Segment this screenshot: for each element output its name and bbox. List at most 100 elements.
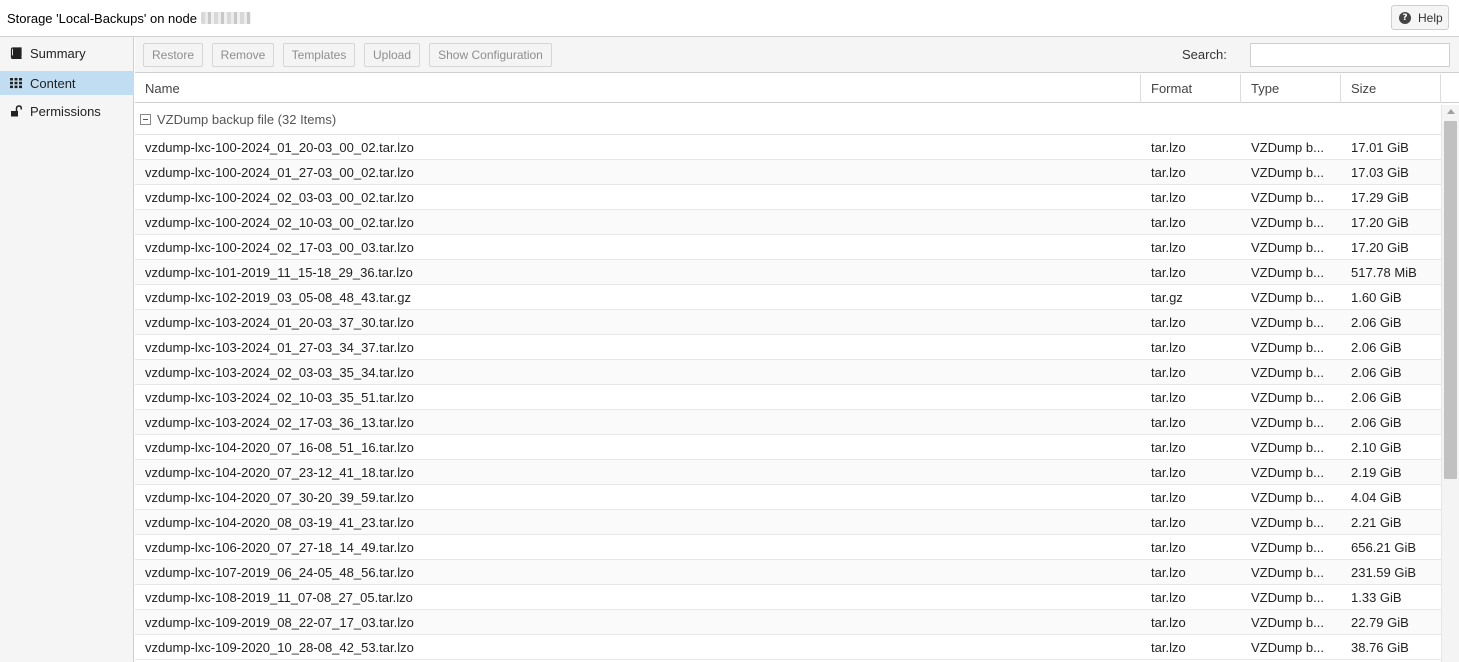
cell-name: vzdump-lxc-104-2020_07_23-12_41_18.tar.l… — [145, 464, 414, 480]
cell-name: vzdump-lxc-104-2020_08_03-19_41_23.tar.l… — [145, 514, 414, 530]
table-row[interactable]: vzdump-lxc-103-2024_02_03-03_35_34.tar.l… — [135, 360, 1441, 385]
table-row[interactable]: vzdump-lxc-109-2019_08_22-07_17_03.tar.l… — [135, 610, 1441, 635]
cell-name: vzdump-lxc-101-2019_11_15-18_29_36.tar.l… — [145, 264, 413, 280]
table-row[interactable]: vzdump-lxc-103-2024_01_27-03_34_37.tar.l… — [135, 335, 1441, 360]
cell-type: VZDump b... — [1251, 164, 1324, 180]
cell-type: VZDump b... — [1251, 464, 1324, 480]
scroll-up-arrow-icon[interactable] — [1447, 109, 1455, 114]
cell-name: vzdump-lxc-106-2020_07_27-18_14_49.tar.l… — [145, 539, 414, 555]
table-row[interactable]: vzdump-lxc-103-2024_02_17-03_36_13.tar.l… — [135, 410, 1441, 435]
scrollbar-thumb[interactable] — [1444, 121, 1457, 479]
cell-size: 22.79 GiB — [1351, 614, 1409, 630]
column-header-name[interactable]: Name — [135, 74, 1141, 103]
page-title: Storage 'Local-Backups' on node — [7, 11, 251, 26]
cell-size: 1.60 GiB — [1351, 289, 1402, 305]
cell-size: 1.33 GiB — [1351, 589, 1402, 605]
help-button-label: Help — [1418, 10, 1443, 25]
table-row[interactable]: vzdump-lxc-104-2020_08_03-19_41_23.tar.l… — [135, 510, 1441, 535]
cell-name: vzdump-lxc-100-2024_01_27-03_00_02.tar.l… — [145, 164, 414, 180]
cell-size: 4.04 GiB — [1351, 489, 1402, 505]
cell-type: VZDump b... — [1251, 389, 1324, 405]
sidebar-item-content[interactable]: Content — [0, 71, 134, 95]
cell-format: tar.lzo — [1151, 139, 1186, 155]
sidebar-item-summary[interactable]: Summary — [0, 41, 134, 65]
cell-format: tar.gz — [1151, 289, 1183, 305]
sidebar-item-label: Summary — [30, 45, 86, 61]
grid-icon — [9, 77, 22, 90]
cell-name: vzdump-lxc-102-2019_03_05-08_48_43.tar.g… — [145, 289, 411, 305]
toolbar: Restore Remove Templates Upload Show Con… — [135, 37, 1459, 73]
cell-type: VZDump b... — [1251, 289, 1324, 305]
cell-type: VZDump b... — [1251, 514, 1324, 530]
table-row[interactable]: vzdump-lxc-101-2019_11_15-18_29_36.tar.l… — [135, 260, 1441, 285]
sidebar: Summary Content Permissions — [0, 37, 134, 662]
table-row[interactable]: vzdump-lxc-103-2024_02_10-03_35_51.tar.l… — [135, 385, 1441, 410]
cell-format: tar.lzo — [1151, 314, 1186, 330]
cell-name: vzdump-lxc-100-2024_02_17-03_00_03.tar.l… — [145, 239, 414, 255]
vertical-scrollbar[interactable] — [1441, 105, 1459, 662]
cell-type: VZDump b... — [1251, 489, 1324, 505]
cell-format: tar.lzo — [1151, 539, 1186, 555]
table-row[interactable]: vzdump-lxc-107-2019_06_24-05_48_56.tar.l… — [135, 560, 1441, 585]
column-header-size[interactable]: Size — [1341, 74, 1441, 103]
cell-format: tar.lzo — [1151, 164, 1186, 180]
remove-button[interactable]: Remove — [212, 43, 274, 67]
cell-type: VZDump b... — [1251, 314, 1324, 330]
cell-format: tar.lzo — [1151, 489, 1186, 505]
cell-format: tar.lzo — [1151, 514, 1186, 530]
cell-type: VZDump b... — [1251, 339, 1324, 355]
cell-size: 2.19 GiB — [1351, 464, 1402, 480]
cell-type: VZDump b... — [1251, 639, 1324, 655]
table-row[interactable]: vzdump-lxc-100-2024_01_20-03_00_02.tar.l… — [135, 135, 1441, 160]
cell-type: VZDump b... — [1251, 189, 1324, 205]
backup-list: vzdump-lxc-100-2024_01_20-03_00_02.tar.l… — [135, 135, 1441, 660]
cell-format: tar.lzo — [1151, 414, 1186, 430]
collapse-icon[interactable] — [140, 114, 151, 125]
cell-name: vzdump-lxc-100-2024_01_20-03_00_02.tar.l… — [145, 139, 414, 155]
page-title-text: Storage 'Local-Backups' on node — [7, 11, 197, 26]
cell-format: tar.lzo — [1151, 389, 1186, 405]
show-configuration-button[interactable]: Show Configuration — [429, 43, 552, 67]
table-row[interactable]: vzdump-lxc-104-2020_07_30-20_39_59.tar.l… — [135, 485, 1441, 510]
templates-button[interactable]: Templates — [283, 43, 355, 67]
cell-type: VZDump b... — [1251, 439, 1324, 455]
table-row[interactable]: vzdump-lxc-109-2020_10_28-08_42_53.tar.l… — [135, 635, 1441, 660]
cell-size: 656.21 GiB — [1351, 539, 1417, 555]
sidebar-item-permissions[interactable]: Permissions — [0, 99, 134, 123]
cell-format: tar.lzo — [1151, 339, 1186, 355]
cell-size: 17.01 GiB — [1351, 139, 1409, 155]
cell-size: 2.06 GiB — [1351, 414, 1402, 430]
restore-button[interactable]: Restore — [143, 43, 203, 67]
column-header-type[interactable]: Type — [1241, 74, 1341, 103]
table-row[interactable]: vzdump-lxc-100-2024_02_03-03_00_02.tar.l… — [135, 185, 1441, 210]
unlock-icon — [9, 105, 22, 118]
table-row[interactable]: vzdump-lxc-100-2024_01_27-03_00_02.tar.l… — [135, 160, 1441, 185]
cell-name: vzdump-lxc-107-2019_06_24-05_48_56.tar.l… — [145, 564, 414, 580]
cell-name: vzdump-lxc-109-2019_08_22-07_17_03.tar.l… — [145, 614, 414, 630]
cell-size: 2.06 GiB — [1351, 314, 1402, 330]
search-input[interactable] — [1250, 43, 1450, 67]
page-header: Storage 'Local-Backups' on node ? Help — [0, 0, 1459, 37]
cell-size: 2.21 GiB — [1351, 514, 1402, 530]
cell-size: 17.29 GiB — [1351, 189, 1409, 205]
table-row[interactable]: vzdump-lxc-104-2020_07_16-08_51_16.tar.l… — [135, 435, 1441, 460]
cell-name: vzdump-lxc-100-2024_02_10-03_00_02.tar.l… — [145, 214, 414, 230]
group-header-row[interactable]: VZDump backup file (32 Items) — [135, 105, 1441, 135]
cell-format: tar.lzo — [1151, 364, 1186, 380]
table-row[interactable]: vzdump-lxc-100-2024_02_10-03_00_02.tar.l… — [135, 210, 1441, 235]
cell-format: tar.lzo — [1151, 239, 1186, 255]
table-row[interactable]: vzdump-lxc-103-2024_01_20-03_37_30.tar.l… — [135, 310, 1441, 335]
table-row[interactable]: vzdump-lxc-102-2019_03_05-08_48_43.tar.g… — [135, 285, 1441, 310]
table-row[interactable]: vzdump-lxc-106-2020_07_27-18_14_49.tar.l… — [135, 535, 1441, 560]
table-row[interactable]: vzdump-lxc-104-2020_07_23-12_41_18.tar.l… — [135, 460, 1441, 485]
help-button[interactable]: ? Help — [1391, 5, 1449, 30]
cell-format: tar.lzo — [1151, 214, 1186, 230]
upload-button[interactable]: Upload — [364, 43, 420, 67]
cell-name: vzdump-lxc-103-2024_02_03-03_35_34.tar.l… — [145, 364, 414, 380]
cell-format: tar.lzo — [1151, 564, 1186, 580]
column-header-format[interactable]: Format — [1141, 74, 1241, 103]
table-row[interactable]: vzdump-lxc-100-2024_02_17-03_00_03.tar.l… — [135, 235, 1441, 260]
cell-size: 17.03 GiB — [1351, 164, 1409, 180]
table-row[interactable]: vzdump-lxc-108-2019_11_07-08_27_05.tar.l… — [135, 585, 1441, 610]
cell-size: 517.78 MiB — [1351, 264, 1417, 280]
